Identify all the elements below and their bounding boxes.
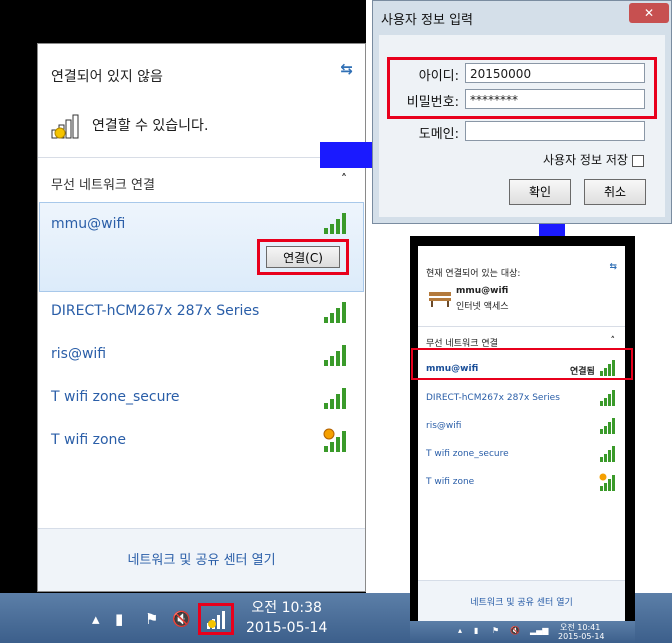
flag-icon[interactable]: ⚑ bbox=[492, 626, 499, 635]
ok-button[interactable]: 확인 bbox=[509, 179, 571, 205]
password-label: 비밀번호: bbox=[406, 95, 459, 110]
flag-icon[interactable]: ⚑ bbox=[145, 610, 158, 628]
domain-input[interactable] bbox=[465, 121, 645, 141]
wifi-flyout-connected: 현재 연결되어 있는 대상: ⇆ mmu@wifi 인터넷 액세스 무선 네트워… bbox=[418, 246, 625, 621]
volume-mute-icon[interactable]: 🔇 bbox=[510, 626, 520, 635]
network-item[interactable]: T wifi zone bbox=[426, 477, 474, 487]
signal-warning-icon bbox=[599, 473, 615, 491]
signal-icon bbox=[600, 446, 615, 462]
connectable-row: 연결할 수 있습니다. bbox=[50, 110, 208, 140]
domain-label: 도메인: bbox=[418, 127, 459, 142]
network-item[interactable]: T wifi zone_secure bbox=[51, 389, 180, 405]
refresh-icon[interactable]: ⇆ bbox=[609, 262, 617, 272]
device-icon[interactable]: ▮ bbox=[474, 626, 478, 635]
network-item[interactable]: DIRECT-hCM267x 287x Series bbox=[51, 303, 259, 319]
network-tray-icon[interactable] bbox=[206, 610, 228, 630]
id-label: 아이디: bbox=[418, 69, 459, 84]
dialog-title: 사용자 정보 입력 bbox=[381, 13, 473, 28]
connected-status: 현재 연결되어 있는 대상: bbox=[426, 269, 521, 279]
internet-access-label: 인터넷 액세스 bbox=[456, 302, 509, 312]
signal-warning-icon bbox=[51, 114, 79, 139]
flyout-footer: 네트워크 및 공유 센터 열기 bbox=[418, 580, 625, 621]
network-center-link[interactable]: 네트워크 및 공유 센터 열기 bbox=[418, 595, 625, 608]
refresh-icon[interactable]: ⇆ bbox=[340, 60, 353, 78]
id-input[interactable]: 20150000 bbox=[465, 63, 645, 83]
checkbox[interactable] bbox=[631, 154, 644, 167]
signal-icon bbox=[324, 388, 346, 409]
device-icon[interactable]: ▮ bbox=[115, 610, 123, 628]
divider bbox=[418, 326, 625, 327]
network-tray-highlight bbox=[198, 603, 234, 635]
network-item[interactable]: ris@wifi bbox=[51, 346, 106, 362]
divider bbox=[38, 157, 365, 158]
network-tray-icon[interactable]: ▂▄▆ bbox=[530, 626, 548, 635]
left-panel: 연결되어 있지 않음 ⇆ 연결할 수 있습니다. 무선 네트워크 연결 ˄ mm… bbox=[0, 0, 672, 643]
password-input[interactable]: ******** bbox=[465, 89, 645, 109]
network-item[interactable]: ris@wifi bbox=[426, 421, 461, 431]
connectable-label: 연결할 수 있습니다. bbox=[92, 118, 209, 134]
connect-button-highlight: 연결(C) bbox=[257, 239, 349, 275]
volume-mute-icon[interactable]: 🔇 bbox=[172, 610, 191, 628]
flyout-footer: 네트워크 및 공유 센터 열기 bbox=[38, 528, 365, 591]
network-center-link[interactable]: 네트워크 및 공유 센터 열기 bbox=[38, 549, 365, 568]
clock-date: 2015-05-14 bbox=[558, 632, 605, 641]
taskbar: ▴ ▮ ⚑ 🔇 ▂▄▆ 오전 10:41 2015-05-14 bbox=[410, 621, 635, 643]
close-icon[interactable]: ✕ bbox=[629, 3, 669, 23]
signal-icon bbox=[324, 213, 346, 234]
bench-icon bbox=[429, 292, 451, 307]
signal-icon bbox=[324, 302, 346, 323]
network-item[interactable]: DIRECT-hCM267x 287x Series bbox=[426, 393, 560, 403]
wifi-flyout: 연결되어 있지 않음 ⇆ 연결할 수 있습니다. 무선 네트워크 연결 ˄ mm… bbox=[37, 43, 366, 592]
show-hidden-icons-icon[interactable]: ▴ bbox=[92, 610, 100, 628]
connected-network-highlight bbox=[411, 348, 633, 380]
signal-icon bbox=[324, 345, 346, 366]
dialog-body: 아이디: 20150000 비밀번호: ******** 도메인: 사용자 정보… bbox=[379, 35, 665, 217]
save-user-info-label: 사용자 정보 저장 bbox=[543, 153, 628, 167]
connect-button[interactable]: 연결(C) bbox=[266, 246, 340, 268]
section-header: 무선 네트워크 연결 bbox=[51, 178, 155, 193]
current-network-name: mmu@wifi bbox=[456, 286, 509, 296]
clock[interactable]: 오전 10:38 2015-05-14 bbox=[246, 598, 327, 638]
signal-warning-icon bbox=[323, 428, 346, 452]
signal-icon bbox=[600, 390, 615, 406]
cancel-button[interactable]: 취소 bbox=[584, 179, 646, 205]
clock-date: 2015-05-14 bbox=[246, 620, 328, 636]
show-hidden-icons-icon[interactable]: ▴ bbox=[458, 626, 462, 635]
clock-time: 오전 10:38 bbox=[251, 600, 322, 616]
right-panel: 현재 연결되어 있는 대상: ⇆ mmu@wifi 인터넷 액세스 무선 네트워… bbox=[410, 236, 635, 643]
network-item[interactable]: T wifi zone bbox=[51, 432, 126, 448]
save-user-info-checkbox[interactable]: 사용자 정보 저장 bbox=[543, 151, 644, 168]
chevron-up-icon[interactable]: ˄ bbox=[611, 336, 616, 346]
network-name: mmu@wifi bbox=[51, 216, 126, 232]
network-item[interactable]: T wifi zone_secure bbox=[426, 449, 509, 459]
signal-icon bbox=[600, 418, 615, 434]
connection-status: 연결되어 있지 않음 bbox=[51, 69, 163, 85]
user-info-dialog: 사용자 정보 입력 ✕ 아이디: 20150000 비밀번호: ********… bbox=[372, 0, 672, 224]
